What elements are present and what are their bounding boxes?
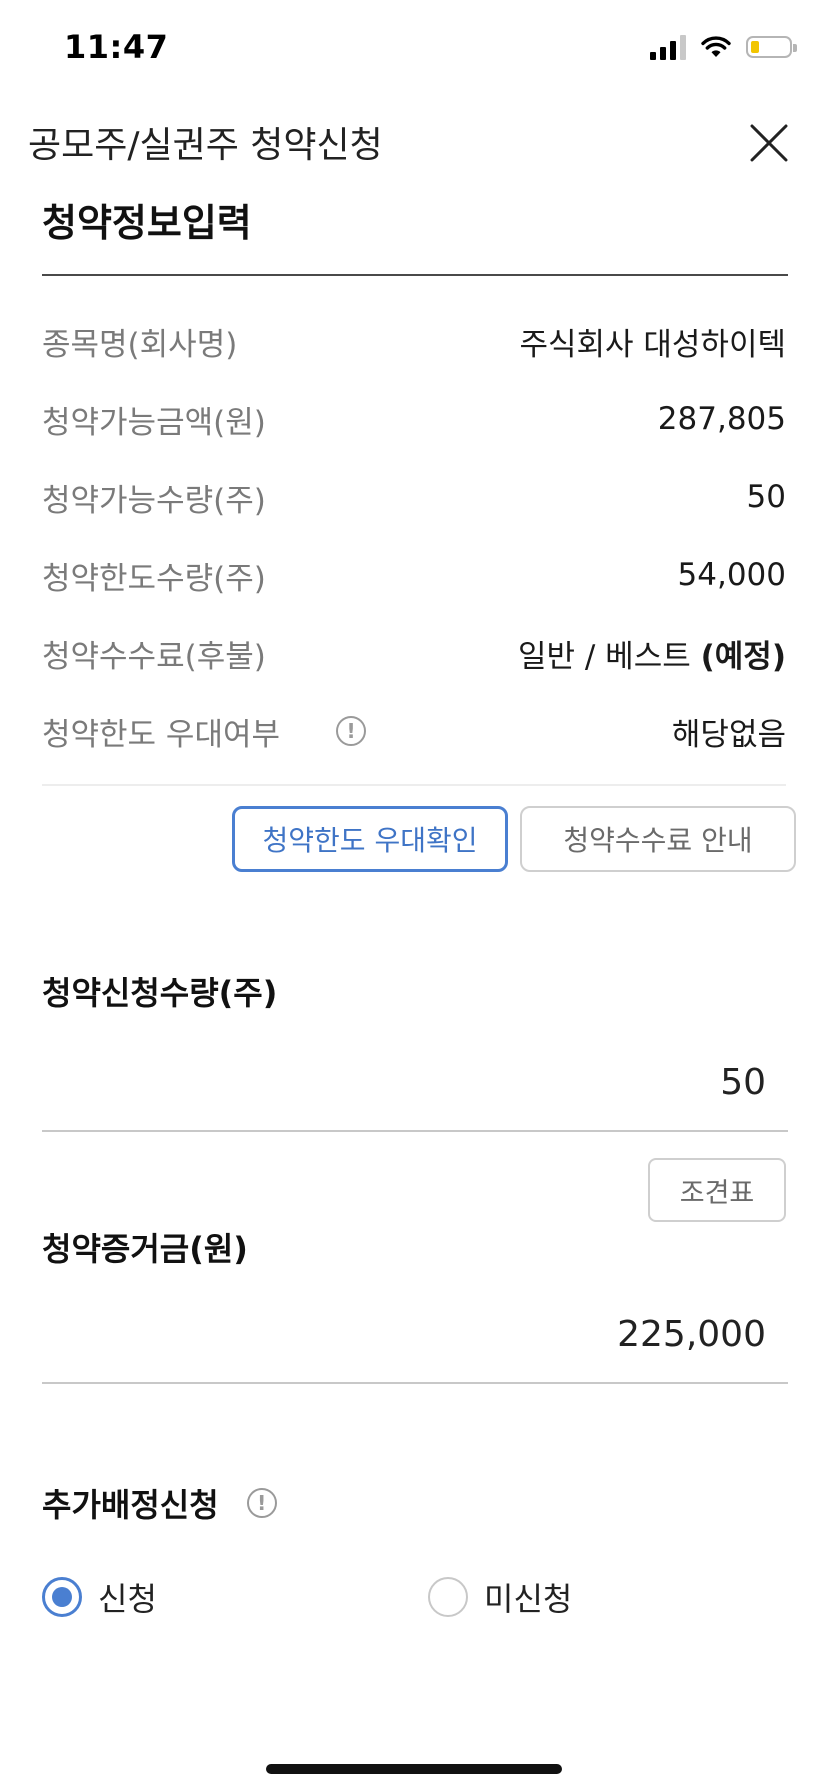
info-row-fee: 청약수수료(후불) 일반 / 베스트 (예정) bbox=[42, 628, 786, 678]
radio-label: 미신청 bbox=[484, 1580, 573, 1618]
info-label: 종목명(회사명) bbox=[42, 326, 238, 363]
info-label: 청약가능수량(주) bbox=[42, 482, 266, 519]
radio-unchecked-icon bbox=[428, 1577, 468, 1617]
quantity-input[interactable]: 50 bbox=[720, 1062, 766, 1103]
info-value: 54,000 bbox=[677, 557, 786, 593]
info-row-available-amount: 청약가능금액(원) 287,805 bbox=[42, 394, 786, 444]
fee-guide-button[interactable]: 청약수수료 안내 bbox=[520, 806, 796, 872]
deposit-value: 225,000 bbox=[617, 1314, 766, 1355]
page-title: 공모주/실권주 청약신청 bbox=[28, 125, 383, 166]
info-divider bbox=[42, 784, 786, 786]
wifi-icon bbox=[701, 36, 731, 57]
info-row-available-quantity: 청약가능수량(주) 50 bbox=[42, 472, 786, 522]
info-row-preference: 청약한도 우대여부 ! 해당없음 bbox=[42, 706, 786, 756]
info-label: 청약가능금액(원) bbox=[42, 404, 266, 441]
cellular-signal-icon bbox=[650, 34, 686, 60]
radio-checked-icon bbox=[42, 1577, 82, 1617]
info-row-company: 종목명(회사명) 주식회사 대성하이텍 bbox=[42, 316, 786, 366]
info-row-limit-quantity: 청약한도수량(주) 54,000 bbox=[42, 550, 786, 600]
extra-allocation-title-row: 추가배정신청 ! bbox=[42, 1480, 277, 1526]
battery-level bbox=[751, 41, 759, 53]
info-value: 주식회사 대성하이텍 bbox=[519, 326, 786, 363]
radio-label: 신청 bbox=[98, 1580, 157, 1618]
info-value: 일반 / 베스트 (예정) bbox=[518, 631, 786, 676]
status-icons bbox=[650, 34, 797, 60]
info-label: 청약한도수량(주) bbox=[42, 560, 266, 597]
status-time: 11:47 bbox=[64, 28, 169, 66]
info-value: 해당없음 bbox=[671, 716, 786, 753]
quantity-underline bbox=[42, 1130, 788, 1132]
info-label: 청약한도 우대여부 bbox=[42, 716, 281, 753]
radio-not-apply[interactable]: 미신청 bbox=[428, 1574, 572, 1620]
close-icon bbox=[750, 124, 788, 162]
extra-allocation-title: 추가배정신청 bbox=[42, 1486, 219, 1524]
close-button[interactable] bbox=[744, 118, 794, 168]
fee-suffix: (예정) bbox=[700, 638, 786, 675]
info-circle-icon[interactable]: ! bbox=[246, 1488, 277, 1518]
section-divider bbox=[42, 274, 788, 276]
condition-table-button[interactable]: 조견표 bbox=[648, 1158, 786, 1222]
fee-value: 일반 / 베스트 bbox=[517, 638, 691, 675]
deposit-underline bbox=[42, 1382, 788, 1384]
home-indicator bbox=[266, 1764, 562, 1774]
info-value: 50 bbox=[746, 479, 786, 515]
info-label: 청약수수료(후불) bbox=[42, 638, 266, 675]
radio-apply[interactable]: 신청 bbox=[42, 1574, 157, 1620]
section-title: 청약정보입력 bbox=[42, 201, 252, 245]
deposit-label: 청약증거금(원) bbox=[42, 1230, 248, 1268]
quantity-label: 청약신청수량(주) bbox=[42, 974, 278, 1012]
info-label-wrap: 청약한도 우대여부 ! bbox=[42, 709, 367, 754]
battery-icon bbox=[746, 36, 797, 58]
limit-preference-check-button[interactable]: 청약한도 우대확인 bbox=[232, 806, 508, 872]
info-circle-icon[interactable]: ! bbox=[336, 716, 367, 746]
info-value: 287,805 bbox=[657, 401, 786, 437]
